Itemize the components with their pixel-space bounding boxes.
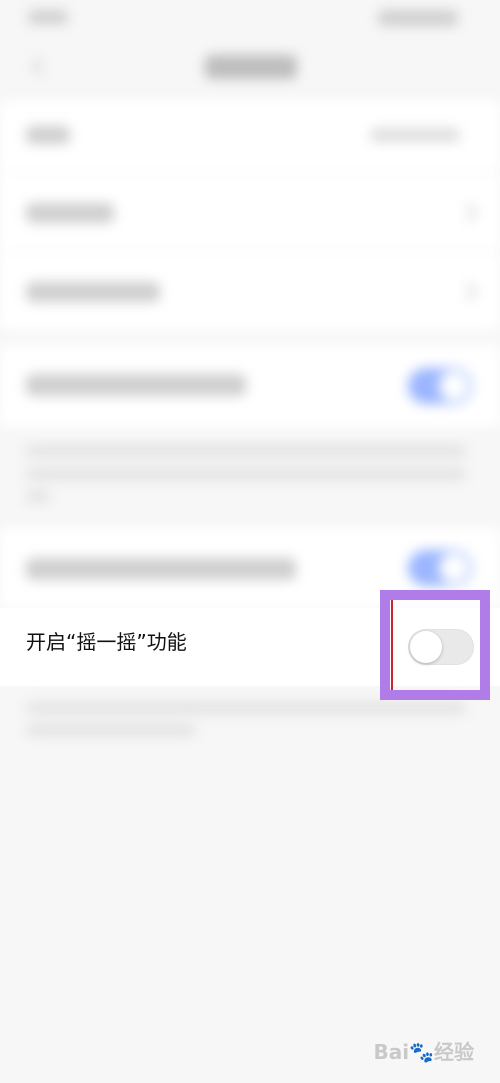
row-description [26, 724, 196, 736]
watermark: Bai🐾经验 [373, 1036, 474, 1065]
toggle-switch[interactable] [408, 368, 472, 404]
watermark-tail: 经验 [434, 1040, 474, 1064]
row-value [370, 128, 460, 142]
shake-toggle-switch[interactable] [408, 629, 474, 665]
row-label [26, 558, 296, 580]
toggle-switch[interactable] [408, 550, 472, 586]
row-label [26, 282, 160, 302]
toggle-knob [410, 631, 442, 663]
annotation-line [391, 600, 393, 690]
row-description [26, 468, 466, 480]
row-label [26, 374, 246, 396]
row-label [26, 203, 114, 223]
status-bar-icons [378, 10, 458, 26]
back-icon[interactable] [31, 57, 50, 76]
watermark-brand: Bai [373, 1040, 410, 1064]
row-description [26, 445, 466, 457]
page-title [205, 55, 297, 79]
paw-icon: 🐾 [409, 1040, 434, 1064]
row-description [26, 702, 466, 714]
shake-setting-label: 开启“摇一摇”功能 [26, 630, 187, 654]
status-bar-time [28, 10, 68, 24]
row-label [26, 126, 70, 144]
row-description [26, 490, 50, 502]
